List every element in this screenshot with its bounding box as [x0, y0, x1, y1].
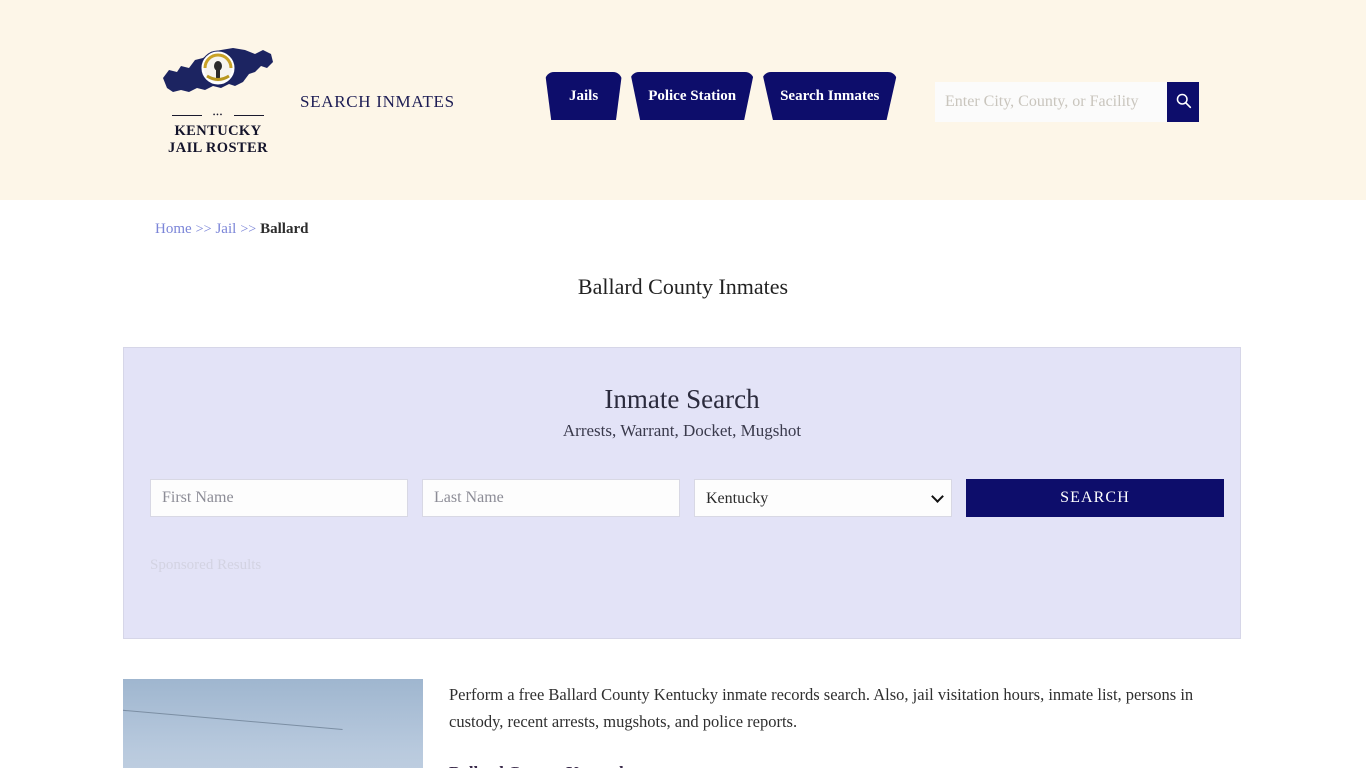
site-logo[interactable]: ••• KENTUCKY JAIL ROSTER — [159, 44, 277, 157]
page-title: Ballard County Inmates — [577, 274, 789, 299]
kentucky-map-icon — [159, 44, 277, 106]
county-info-section: Perform a free Ballard County Kentucky i… — [123, 679, 1243, 768]
nav-button-police-station[interactable]: Police Station — [630, 72, 755, 120]
county-description: Perform a free Ballard County Kentucky i… — [449, 679, 1243, 768]
power-line — [123, 708, 343, 731]
county-paragraph: Perform a free Ballard County Kentucky i… — [449, 685, 1194, 731]
nav-button-jails[interactable]: Jails — [545, 72, 623, 120]
primary-nav: Jails Police Station Search Inmates — [545, 72, 898, 120]
inmate-search-panel: Inmate Search Arrests, Warrant, Docket, … — [123, 347, 1241, 639]
search-button[interactable]: SEARCH — [966, 479, 1224, 517]
brand-divider: ••• — [172, 111, 264, 119]
county-courthouse-image — [123, 679, 423, 768]
breadcrumb-current: Ballard — [260, 221, 309, 237]
panel-title: Inmate Search — [604, 384, 760, 414]
header-search — [935, 82, 1199, 122]
brand-name-line1: KENTUCKY — [174, 123, 262, 139]
last-name-input[interactable] — [422, 479, 680, 517]
breadcrumb-separator: >> — [240, 222, 257, 237]
header-search-button[interactable] — [1167, 82, 1199, 122]
brand-name-line2: JAIL ROSTER — [168, 140, 268, 156]
panel-subtitle: Arrests, Warrant, Docket, Mugshot — [562, 421, 802, 440]
header-search-input[interactable] — [935, 82, 1167, 122]
sponsored-results-label: Sponsored Results — [150, 557, 262, 573]
breadcrumb-separator: >> — [195, 222, 212, 237]
site-header: ••• KENTUCKY JAIL ROSTER SEARCH INMATES … — [0, 0, 1366, 200]
search-icon — [1175, 92, 1192, 112]
state-select[interactable]: Kentucky — [694, 479, 952, 517]
divider-dots: ••• — [212, 111, 224, 119]
breadcrumb-link-jail[interactable]: Jail — [215, 221, 236, 237]
header-tagline: SEARCH INMATES — [300, 92, 455, 111]
inmate-search-form: Kentucky SEARCH — [150, 479, 1240, 517]
page-content: Home >> Jail >> Ballard Ballard County Inmat… — [123, 200, 1243, 768]
nav-button-search-inmates[interactable]: Search Inmates — [762, 72, 898, 120]
breadcrumb-link-home[interactable]: Home — [155, 221, 192, 237]
first-name-input[interactable] — [150, 479, 408, 517]
breadcrumb: Home >> Jail >> Ballard — [123, 200, 1243, 238]
header-inner: ••• KENTUCKY JAIL ROSTER SEARCH INMATES … — [123, 0, 1243, 200]
county-section-heading: Ballard County Kentucky — [449, 763, 1243, 768]
state-select-wrapper: Kentucky — [694, 479, 952, 517]
